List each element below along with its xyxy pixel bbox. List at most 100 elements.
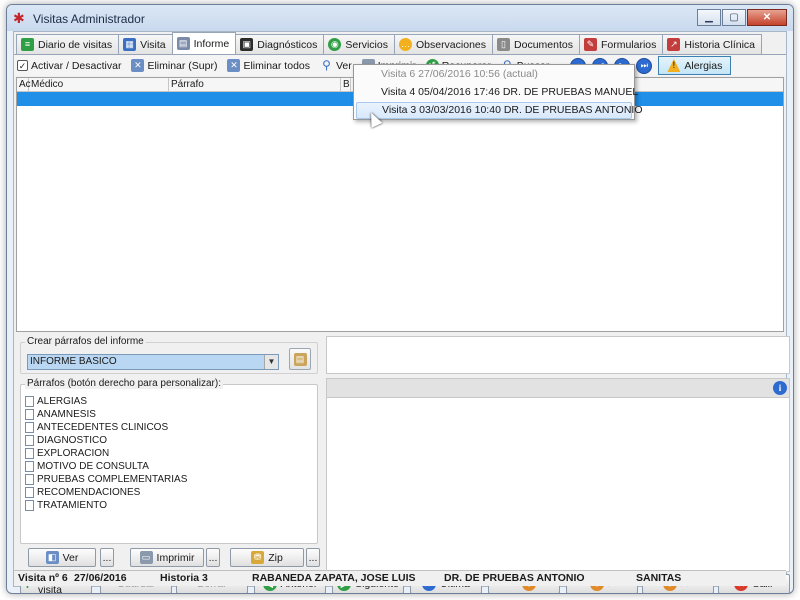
view-paragraph-button[interactable]: ◧ Ver: [28, 548, 96, 567]
delete-button[interactable]: ✕ Eliminar (Supr): [128, 57, 220, 75]
document-icon: [25, 435, 34, 446]
status-visit: Visita nº 6: [18, 572, 68, 584]
column-header-medico[interactable]: Médico: [29, 78, 169, 92]
column-header-parrafo[interactable]: Párrafo: [169, 78, 341, 92]
paste-template-button[interactable]: ▤: [289, 348, 311, 370]
menu-item-visit[interactable]: Visita 3 03/03/2016 10:40 DR. DE PRUEBAS…: [356, 102, 643, 119]
column-header-ac[interactable]: Ac: [17, 78, 31, 92]
warning-icon: !: [667, 59, 681, 72]
speech-bubble-icon: …: [398, 38, 412, 51]
tab-label: Diagnósticos: [257, 38, 318, 51]
list-item-label: ALERGIAS: [37, 396, 88, 407]
zip-button[interactable]: ⛃ Zip: [230, 548, 304, 567]
tab-label: Informe: [193, 37, 230, 50]
report-template-select[interactable]: INFORME BASICO ▼: [27, 354, 279, 370]
allergies-label: Alergias: [684, 59, 723, 72]
list-item-label: ANTECEDENTES CLINICOS: [37, 422, 169, 433]
list-item[interactable]: TRATAMIENTO: [25, 499, 187, 512]
tab-historia-clinica[interactable]: ↗ Historia Clínica: [662, 34, 763, 54]
chevron-down-icon[interactable]: ▼: [264, 355, 278, 369]
activate-toggle-button[interactable]: ✓ Activar / Desactivar: [14, 57, 124, 75]
close-button[interactable]: ✕: [747, 9, 787, 26]
tab-observaciones[interactable]: … Observaciones: [393, 34, 494, 54]
chart-icon: ↗: [667, 38, 681, 51]
title-bar[interactable]: ✱ Visitas Administrador ▁ ▢ ✕: [7, 5, 793, 31]
paragraph-editor[interactable]: [326, 398, 790, 572]
delete-all-button[interactable]: ✕ Eliminar todos: [224, 57, 313, 75]
tab-diagnosticos[interactable]: ▣ Diagnósticos: [235, 34, 325, 54]
document-icon: [25, 448, 34, 459]
list-item-label: ANAMNESIS: [37, 409, 96, 420]
grid-icon: ▦: [123, 38, 137, 51]
tab-diario-de-visitas[interactable]: ≡ Diario de visitas: [16, 34, 120, 54]
paragraph-builder-legend: Crear párrafos del informe: [25, 336, 146, 347]
paragraph-title-area[interactable]: [326, 336, 790, 374]
print-options-button[interactable]: ...: [206, 548, 220, 567]
list-item-label: PRUEBAS COMPLEMENTARIAS: [37, 474, 188, 485]
zip-label: Zip: [268, 551, 283, 564]
view-button[interactable]: ⚲ Ver: [317, 57, 355, 75]
view-icon: ◧: [45, 551, 59, 564]
list-icon: ≡: [21, 38, 34, 51]
list-item[interactable]: ANAMNESIS: [25, 408, 187, 421]
list-item-label: RECOMENDACIONES: [37, 487, 141, 498]
activate-label: Activar / Desactivar: [31, 59, 122, 72]
status-history: Historia 3: [160, 572, 208, 584]
last-record-button[interactable]: ⏭: [636, 57, 653, 74]
tab-bar: ≡ Diario de visitas ▦ Visita ▤ Informe ▣ Dia…: [16, 32, 763, 54]
printer-icon: ▭: [139, 551, 153, 564]
tab-label: Diario de visitas: [38, 38, 113, 51]
print-paragraph-label: Imprimir: [156, 551, 195, 564]
print-paragraph-button[interactable]: ▭ Imprimir: [130, 548, 204, 567]
tab-label: Visita: [140, 38, 166, 51]
info-icon[interactable]: i: [773, 381, 787, 395]
delete-label: Eliminar (Supr): [147, 59, 218, 72]
document-icon: [25, 487, 34, 498]
list-item[interactable]: PRUEBAS COMPLEMENTARIAS: [25, 473, 187, 486]
tab-label: Formularios: [600, 38, 657, 51]
zip-icon: ⛃: [251, 551, 265, 564]
magnifier-icon: ⚲: [322, 58, 331, 72]
list-item[interactable]: ANTECEDENTES CLINICOS: [25, 421, 187, 434]
menu-item-visit-current[interactable]: Visita 6 27/06/2016 10:56 (actual): [356, 66, 632, 83]
status-date: 27/06/2016: [74, 572, 127, 584]
form-icon: ✎: [583, 38, 597, 51]
left-panel: Crear párrafos del informe INFORME BASIC…: [16, 334, 322, 568]
editor-toolbar: i: [326, 378, 790, 398]
list-item[interactable]: MOTIVO DE CONSULTA: [25, 460, 187, 473]
list-item[interactable]: EXPLORACION: [25, 447, 187, 460]
list-item[interactable]: RECOMENDACIONES: [25, 486, 187, 499]
tab-informe[interactable]: ▤ Informe: [171, 32, 237, 54]
tab-visita[interactable]: ▦ Visita: [118, 34, 173, 54]
zip-options-button[interactable]: ...: [306, 548, 320, 567]
tab-formularios[interactable]: ✎ Formularios: [578, 34, 664, 54]
view-paragraph-label: Ver: [62, 551, 79, 564]
paragraphs-legend: Párrafos (botón derecho para personaliza…: [25, 378, 223, 389]
paragraphs-group: Párrafos (botón derecho para personaliza…: [20, 378, 318, 544]
allergies-button[interactable]: ! Alergias: [658, 56, 732, 75]
list-item-label: MOTIVO DE CONSULTA: [37, 461, 149, 472]
view-options-button[interactable]: ...: [100, 548, 114, 567]
document-icon: [25, 461, 34, 472]
list-item-label: EXPLORACION: [37, 448, 110, 459]
paragraph-builder-group: Crear párrafos del informe INFORME BASIC…: [20, 336, 318, 374]
maximize-button[interactable]: ▢: [722, 9, 746, 26]
delete-all-label: Eliminar todos: [243, 59, 310, 72]
tab-documentos[interactable]: ▯ Documentos: [492, 34, 580, 54]
list-item-label: DIAGNOSTICO: [37, 435, 108, 446]
minimize-button[interactable]: ▁: [697, 9, 721, 26]
tab-servicios[interactable]: ◉ Servicios: [323, 34, 395, 54]
column-header-b[interactable]: B: [341, 78, 351, 92]
delete-icon: ✕: [131, 59, 145, 72]
clipboard-paste-icon: ▤: [293, 352, 307, 366]
tab-label: Historia Clínica: [684, 38, 756, 51]
document-icon: ▯: [497, 38, 511, 51]
paragraphs-list: ALERGIAS ANAMNESIS ANTECEDENTES CLINICOS…: [25, 395, 187, 512]
status-bar: Visita nº 6 27/06/2016 Historia 3 RABANE…: [14, 570, 786, 586]
list-item[interactable]: DIAGNOSTICO: [25, 434, 187, 447]
document-icon: [25, 474, 34, 485]
list-item[interactable]: ALERGIAS: [25, 395, 187, 408]
checkbox-icon: ✓: [17, 60, 28, 71]
menu-item-visit[interactable]: Visita 4 05/04/2016 17:46 DR. DE PRUEBAS…: [356, 84, 638, 101]
calendar-icon: ▣: [240, 38, 254, 51]
